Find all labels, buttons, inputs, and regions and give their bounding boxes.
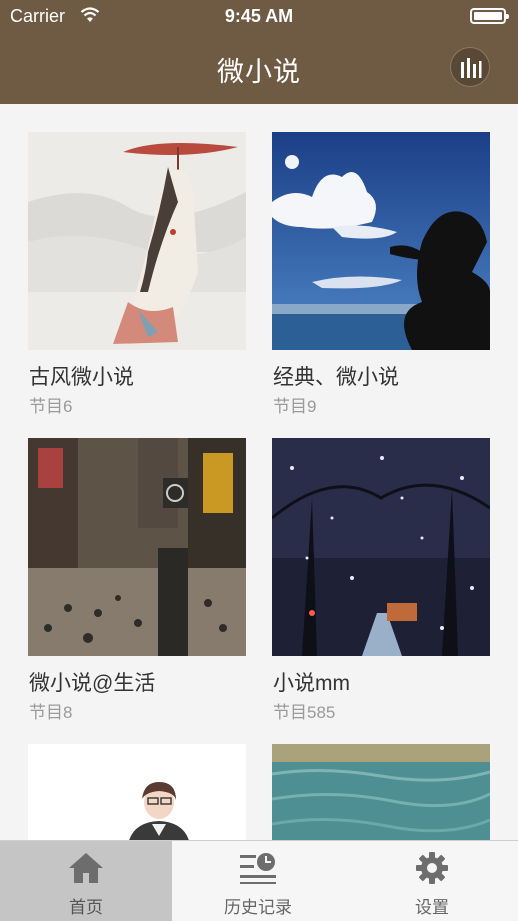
tab-label: 历史记录 [224,898,292,917]
program-cover-image [28,438,246,656]
program-count: 节目585 [273,703,336,722]
program-cover-image [272,438,490,656]
tab-bar: 首页 历史记录 设置 [0,840,518,921]
program-card[interactable] [28,744,246,840]
program-cover-image [28,744,246,840]
tab-label: 设置 [415,898,449,917]
program-cover-image [272,744,490,840]
page-title: 微小说 [217,57,301,87]
program-title: 古风微小说 [29,366,134,389]
program-count: 节目6 [29,397,73,416]
program-title: 小说mm [273,672,350,695]
status-bar: Carrier 9:45 AM [0,0,518,34]
program-card[interactable] [272,744,490,840]
tab-history[interactable]: 历史记录 [172,841,344,921]
battery-icon [470,8,509,24]
program-card[interactable]: 小说mm 节目585 [272,438,490,722]
home-icon [0,851,172,885]
program-count: 节目9 [273,397,317,416]
program-count: 节目8 [29,703,73,722]
history-icon [172,851,344,885]
nav-header: Carrier 9:45 AM 微小说 [0,0,518,104]
program-title: 微小说@生活 [29,672,156,695]
tab-home[interactable]: 首页 [0,841,172,921]
program-title: 经典、微小说 [273,366,399,389]
program-card[interactable]: 经典、微小说 节目9 [272,132,490,416]
program-card[interactable]: 微小说@生活 节目8 [28,438,246,722]
tab-settings[interactable]: 设置 [346,841,518,921]
program-card[interactable]: 古风微小说 节目6 [28,132,246,416]
program-cover-image [272,132,490,350]
tab-label: 首页 [69,898,103,917]
now-playing-button[interactable] [450,47,490,87]
program-cover-image [28,132,246,350]
equalizer-icon [461,58,482,78]
gear-icon [346,851,518,885]
status-time: 9:45 AM [224,6,294,26]
program-grid: 古风微小说 节目6 经典、微小说 节目9 微小说@生活 节目8 小说mm 节目5… [0,104,518,840]
